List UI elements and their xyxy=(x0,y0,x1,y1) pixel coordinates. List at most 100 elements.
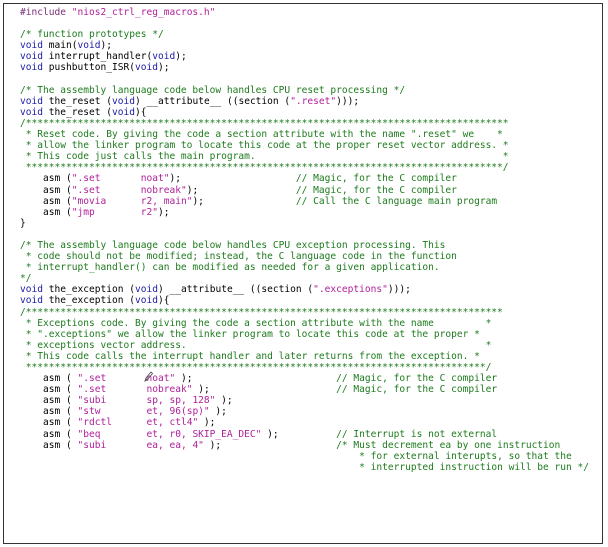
code-token: #include xyxy=(20,7,72,18)
code-token: ){ xyxy=(157,295,170,307)
code-token: void xyxy=(20,295,43,307)
code-line: void interrupt_handler(void); xyxy=(20,51,589,62)
code-line: #include "nios2_ctrl_reg_macros.h" xyxy=(20,7,589,18)
code-line: * Reset code. By giving the code a secti… xyxy=(20,129,589,140)
code-token: /* The assembly language code below hand… xyxy=(20,239,446,251)
code-token: "subi sp, sp, 128" xyxy=(77,395,216,407)
code-token: void xyxy=(134,295,158,307)
code-token: asm ( xyxy=(20,417,78,429)
code-token: * ".exceptions" we allow the linker prog… xyxy=(20,328,480,340)
code-token: ) __attribute__ ((section ( xyxy=(134,95,291,107)
code-token: * This code calls the interrupt handler … xyxy=(20,350,480,362)
code-token: the_exception ( xyxy=(43,284,135,296)
code-token: ); xyxy=(198,417,216,429)
code-token: "stw et, 96(sp)" xyxy=(77,406,210,418)
code-line: ****************************************… xyxy=(20,362,589,373)
code-token: asm ( xyxy=(20,439,78,451)
code-line: * for external interupts, so that the xyxy=(20,451,589,462)
code-token: interrupt_handler( xyxy=(43,51,153,63)
code-token: asm ( xyxy=(20,428,78,440)
code-token: "rdctl et, ctl4" xyxy=(77,417,199,429)
code-token: void xyxy=(134,284,158,296)
code-token: ); xyxy=(186,184,296,196)
code-token: ); xyxy=(203,439,337,451)
code-token: ); xyxy=(100,40,113,52)
code-token: main( xyxy=(43,40,78,52)
code-token: ".set noat" xyxy=(71,173,170,185)
code-line: * ".exceptions" we allow the linker prog… xyxy=(20,329,589,340)
code-listing: #include "nios2_ctrl_reg_macros.h" /* fun… xyxy=(20,7,589,473)
code-line: /* The assembly language code below hand… xyxy=(20,240,589,251)
code-token: /* The assembly language code below hand… xyxy=(20,84,406,96)
code-token: ****************************************… xyxy=(20,162,509,174)
code-token: ); xyxy=(169,173,296,185)
code-token: /***************************************… xyxy=(20,117,509,129)
code-line: * interrupt_handler() can be modified as… xyxy=(20,262,589,273)
code-token: asm ( xyxy=(20,406,78,418)
code-token: * This code just calls the main program.… xyxy=(20,151,509,163)
code-token: void xyxy=(20,106,43,118)
code-token: void xyxy=(20,40,43,52)
code-token: ) __attribute__ ((section ( xyxy=(157,284,314,296)
code-line: * allow the linker program to locate thi… xyxy=(20,140,589,151)
code-line: void pushbutton_ISR(void); xyxy=(20,62,589,73)
code-line: * exceptions vector address. * xyxy=(20,340,589,351)
code-token: * code should not be modified; instead, … xyxy=(20,251,457,263)
code-token: asm ( xyxy=(20,195,72,207)
code-token: ); xyxy=(192,195,296,207)
code-token: * exceptions vector address. * xyxy=(20,339,492,351)
code-token: ".set noat" xyxy=(77,373,176,385)
code-listing-frame: #include "nios2_ctrl_reg_macros.h" /* fun… xyxy=(3,3,603,544)
code-token: } xyxy=(20,217,26,229)
code-token: asm ( xyxy=(20,384,78,396)
code-line: void the_reset (void) __attribute__ ((se… xyxy=(20,96,589,107)
code-line: /***************************************… xyxy=(20,307,589,318)
code-token: asm ( xyxy=(20,184,72,196)
code-token: pushbutton_ISR( xyxy=(43,62,135,74)
code-token: ".set nobreak" xyxy=(77,384,193,396)
code-line: * Exceptions code. By giving the code a … xyxy=(20,318,589,329)
code-line: /***************************************… xyxy=(20,118,589,129)
code-line: asm ( "beq et, r0, SKIP_EA_DEC" ); // In… xyxy=(20,429,589,440)
code-token: ); xyxy=(157,62,170,74)
code-token: * Exceptions code. By giving the code a … xyxy=(20,317,492,329)
code-token: ){ xyxy=(134,106,147,118)
code-token: ))); xyxy=(387,284,411,296)
code-token: void xyxy=(111,106,135,118)
code-line: * This code just calls the main program.… xyxy=(20,151,589,162)
code-line: /* The assembly language code below hand… xyxy=(20,85,589,96)
code-line: /* function prototypes */ xyxy=(20,29,589,40)
code-line: asm ( "subi ea, ea, 4" ); /* Must decrem… xyxy=(20,440,589,451)
code-token: // Call the C language main program xyxy=(295,195,498,207)
code-line: asm (".set nobreak"); // Magic, for the … xyxy=(20,185,589,196)
pencil-cursor-icon xyxy=(144,371,153,382)
code-token: ****************************************… xyxy=(20,362,492,373)
code-line: asm ( "rdctl et, ctl4" ); xyxy=(20,417,589,428)
code-line: * code should not be modified; instead, … xyxy=(20,251,589,262)
code-token: void xyxy=(20,95,43,107)
code-token: asm ( xyxy=(20,173,72,185)
code-token: asm ( xyxy=(20,206,72,218)
code-token: /* function prototypes */ xyxy=(20,29,164,41)
code-token: ))); xyxy=(336,95,360,107)
code-token: * allow the linker program to locate thi… xyxy=(20,140,509,152)
code-token: "subi ea, ea, 4" xyxy=(77,439,204,451)
code-token: ".reset" xyxy=(290,95,337,107)
code-token: // Magic, for the C compiler xyxy=(336,384,498,396)
code-token: the_reset ( xyxy=(43,95,112,107)
code-token: void xyxy=(111,95,135,107)
code-line: asm ( ".set nobreak" ); // Magic, for th… xyxy=(20,384,589,395)
code-token: ); xyxy=(209,406,227,418)
code-token: void xyxy=(134,62,158,74)
code-line: * interrupted instruction will be run */ xyxy=(20,462,589,473)
code-token: ); xyxy=(175,373,337,385)
code-line: asm ( ".set noat" ); // Magic, for the C… xyxy=(20,373,589,384)
code-token: ); xyxy=(215,395,233,407)
code-line: asm ( "stw et, 96(sp)" ); xyxy=(20,406,589,417)
code-token: /* Must decrement ea by one instruction xyxy=(336,439,561,451)
code-token: void xyxy=(20,51,43,63)
code-token: "jmp r2" xyxy=(71,206,158,218)
